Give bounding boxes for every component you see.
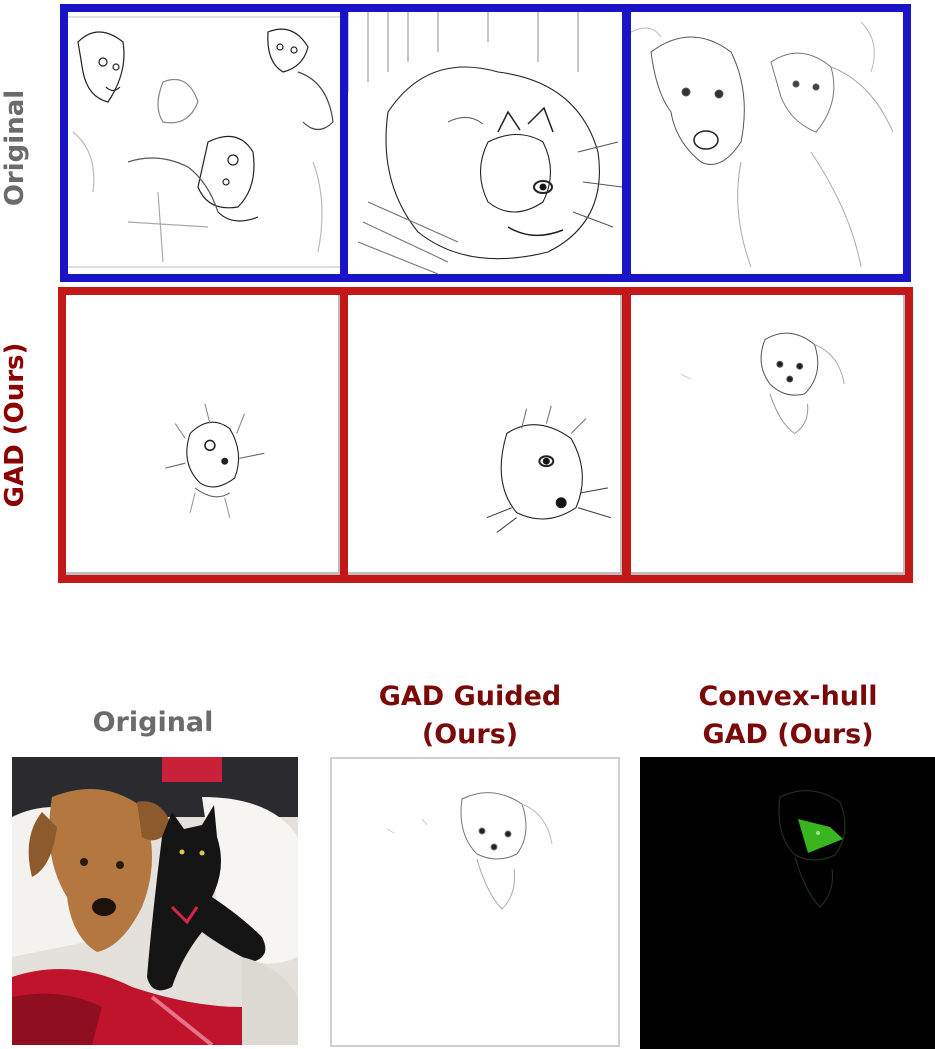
convex-hull-gad-map <box>640 757 935 1049</box>
row-label-gad: GAD (Ours) <box>0 342 30 508</box>
edge-sketch-dog-cat <box>631 21 894 268</box>
edge-sketch-cat-face <box>348 12 622 274</box>
gad-sketch-face <box>486 405 611 533</box>
gad-sketch-cat <box>165 403 265 518</box>
original-edge-map-2 <box>340 4 630 282</box>
bottom-title-convex-hull-line1: Convex-hull <box>698 681 878 712</box>
original-photo <box>12 757 298 1045</box>
bottom-title-gad-guided: GAD Guided (Ours) <box>330 678 610 754</box>
gad-guided-map <box>330 757 620 1047</box>
bottom-title-original: Original <box>92 707 214 738</box>
convex-hull-sketch <box>778 790 846 908</box>
gad-edge-map-1 <box>58 287 348 583</box>
bottom-title-gad-guided-line1: GAD Guided <box>378 681 562 712</box>
edge-sketch-cat-people <box>68 16 340 268</box>
gad-edge-map-2 <box>340 287 630 583</box>
original-edge-map-3 <box>623 4 911 282</box>
convex-hull-highlight <box>798 819 843 853</box>
gad-sketch-dog <box>680 332 845 435</box>
row-label-original: Original <box>0 89 30 207</box>
gad-guided-sketch <box>386 792 553 910</box>
bottom-title-convex-hull-line2: GAD (Ours) <box>702 719 874 750</box>
photo-dog-and-cat <box>12 757 298 1045</box>
bottom-title-convex-hull: Convex-hull GAD (Ours) <box>648 678 928 754</box>
gad-edge-map-3 <box>623 287 913 583</box>
original-edge-map-1 <box>60 4 348 282</box>
bottom-title-gad-guided-line2: (Ours) <box>421 719 519 750</box>
